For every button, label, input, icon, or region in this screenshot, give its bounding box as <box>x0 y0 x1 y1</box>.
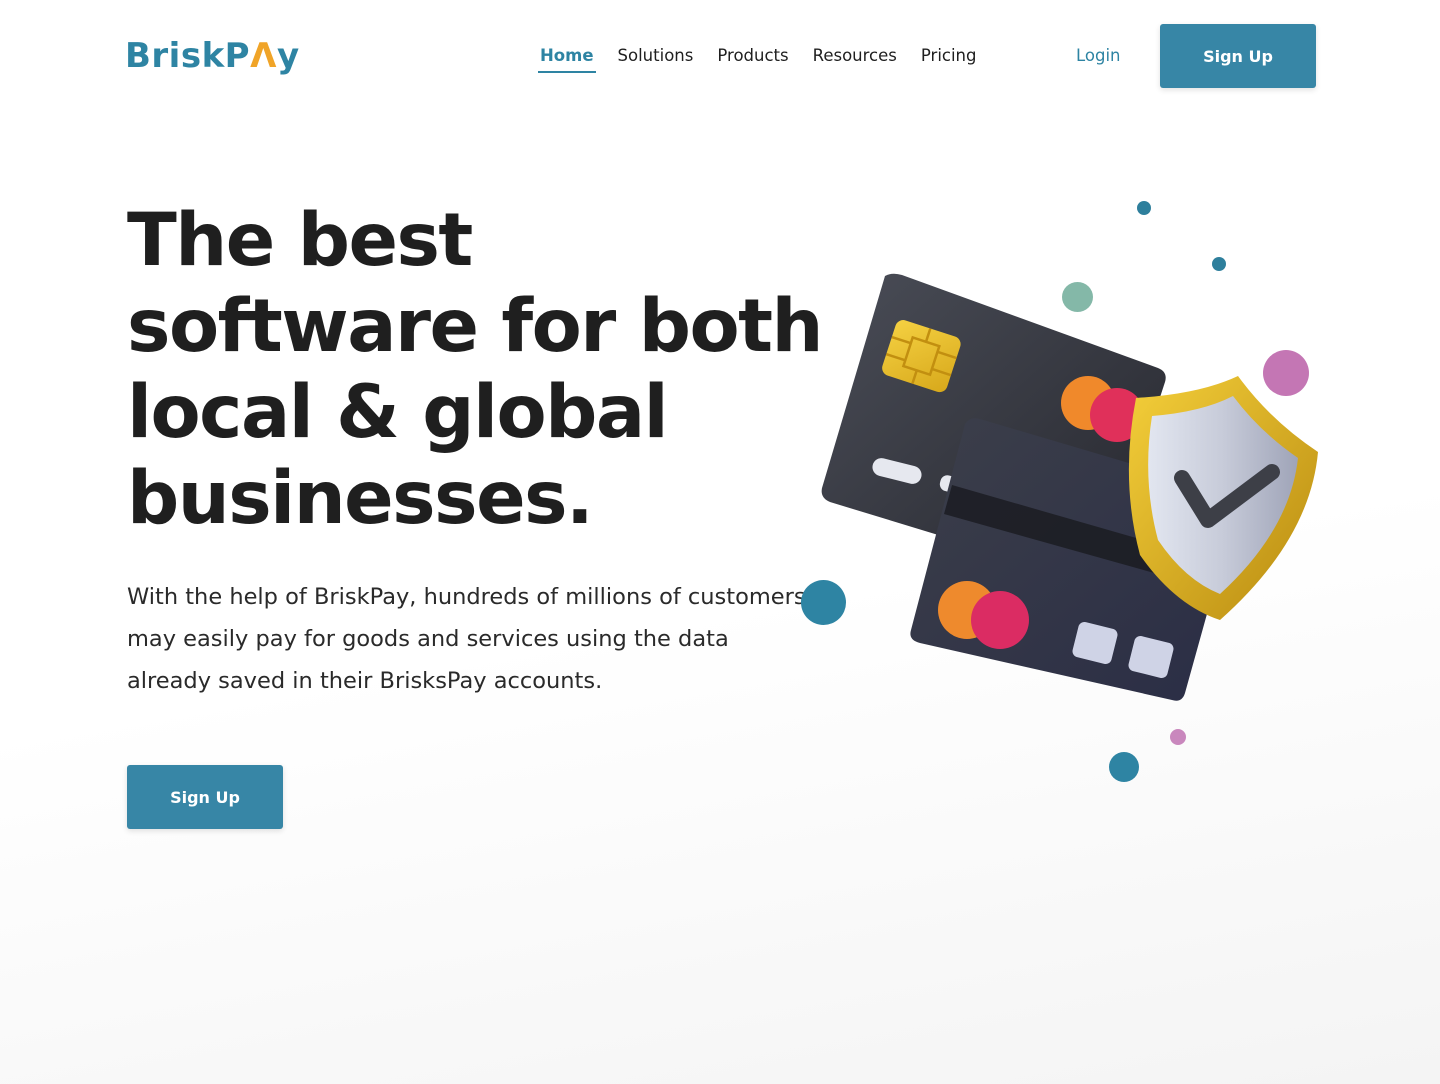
nav-item-home[interactable]: Home <box>538 44 596 73</box>
login-link[interactable]: Login <box>1076 44 1121 68</box>
header-signup-button[interactable]: Sign Up <box>1160 24 1316 88</box>
nav-item-resources[interactable]: Resources <box>813 44 897 68</box>
brand-name-prefix: BriskP <box>125 36 251 76</box>
brand-logo[interactable]: BriskPΛy <box>125 36 300 76</box>
hero-headline: The best software for both local & globa… <box>127 198 823 541</box>
brand-name-suffix: y <box>276 36 300 76</box>
nav-item-pricing[interactable]: Pricing <box>921 44 977 68</box>
cards-shield-graphic <box>821 273 1318 701</box>
nav-item-products[interactable]: Products <box>717 44 788 68</box>
main-nav: Home Solutions Products Resources Pricin… <box>538 44 1001 73</box>
nav-item-solutions[interactable]: Solutions <box>618 44 694 68</box>
hero-illustration <box>790 180 1350 800</box>
brand-name-accent: Λ <box>250 36 277 76</box>
hero-signup-button[interactable]: Sign Up <box>127 765 283 829</box>
hero-subtext: With the help of BriskPay, hundreds of m… <box>127 584 806 694</box>
